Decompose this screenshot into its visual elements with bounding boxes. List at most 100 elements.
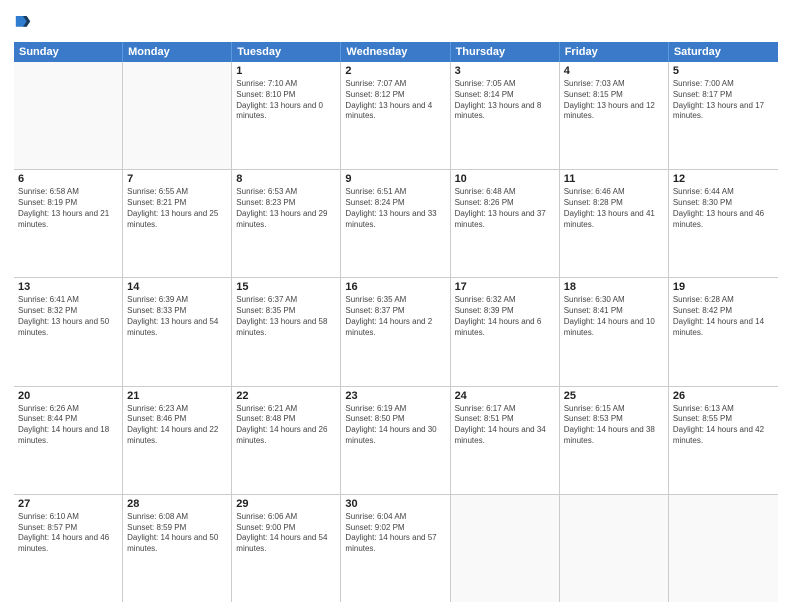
day-number: 1 <box>236 65 336 77</box>
day-number: 19 <box>673 281 774 293</box>
cell-info: Sunrise: 6:48 AM Sunset: 8:26 PM Dayligh… <box>455 187 555 230</box>
cell-info: Sunrise: 6:04 AM Sunset: 9:02 PM Dayligh… <box>345 512 445 555</box>
calendar-cell: 12Sunrise: 6:44 AM Sunset: 8:30 PM Dayli… <box>669 170 778 277</box>
cell-info: Sunrise: 7:10 AM Sunset: 8:10 PM Dayligh… <box>236 79 336 122</box>
cell-info: Sunrise: 6:15 AM Sunset: 8:53 PM Dayligh… <box>564 404 664 447</box>
calendar-cell: 18 Sunrise: 6:30 AM Sunset: 8:41 PM Dayli… <box>560 278 669 385</box>
day-number: 11 <box>564 173 664 185</box>
day-number: 10 <box>455 173 555 185</box>
header-day-saturday: Saturday <box>669 42 778 62</box>
day-number: 8 <box>236 173 336 185</box>
cell-info: Sunrise: 6:10 AM Sunset: 8:57 PM Dayligh… <box>18 512 118 555</box>
calendar-row-2: 6 Sunrise: 6:58 AM Sunset: 8:19 PM Daylig… <box>14 170 778 278</box>
cell-info: Sunrise: 6:55 AM Sunset: 8:21 PM Dayligh… <box>127 187 227 230</box>
day-number: 23 <box>345 390 445 402</box>
calendar-cell <box>560 495 669 602</box>
day-number: 5 <box>673 65 774 77</box>
calendar: SundayMondayTuesdayWednesdayThursdayFrid… <box>14 42 778 602</box>
calendar-cell: 25 Sunrise: 6:15 AM Sunset: 8:53 PM Dayli… <box>560 387 669 494</box>
day-number: 13 <box>18 281 118 293</box>
cell-info: Sunrise: 7:00 AM Sunset: 8:17 PM Dayligh… <box>673 79 774 122</box>
calendar-cell: 30 Sunrise: 6:04 AM Sunset: 9:02 PM Dayli… <box>341 495 450 602</box>
header-day-wednesday: Wednesday <box>341 42 450 62</box>
day-number: 26 <box>673 390 774 402</box>
day-number: 9 <box>345 173 445 185</box>
cell-info: Sunrise: 7:05 AM Sunset: 8:14 PM Dayligh… <box>455 79 555 122</box>
day-number: 30 <box>345 498 445 510</box>
cell-info: Sunrise: 6:32 AM Sunset: 8:39 PM Dayligh… <box>455 295 555 338</box>
day-number: 18 <box>564 281 664 293</box>
cell-info: Sunrise: 6:41 AM Sunset: 8:32 PM Dayligh… <box>18 295 118 338</box>
calendar-cell: 28Sunrise: 6:08 AM Sunset: 8:59 PM Dayli… <box>123 495 232 602</box>
cell-info: Sunrise: 6:13 AM Sunset: 8:55 PM Dayligh… <box>673 404 774 447</box>
header-day-friday: Friday <box>560 42 669 62</box>
day-number: 14 <box>127 281 227 293</box>
cell-info: Sunrise: 7:03 AM Sunset: 8:15 PM Dayligh… <box>564 79 664 122</box>
header-day-tuesday: Tuesday <box>232 42 341 62</box>
calendar-cell: 22Sunrise: 6:21 AM Sunset: 8:48 PM Dayli… <box>232 387 341 494</box>
header-day-sunday: Sunday <box>14 42 123 62</box>
cell-info: Sunrise: 7:07 AM Sunset: 8:12 PM Dayligh… <box>345 79 445 122</box>
calendar-cell: 10 Sunrise: 6:48 AM Sunset: 8:26 PM Dayli… <box>451 170 560 277</box>
calendar-cell: 27 Sunrise: 6:10 AM Sunset: 8:57 PM Dayli… <box>14 495 123 602</box>
calendar-cell: 23 Sunrise: 6:19 AM Sunset: 8:50 PM Dayli… <box>341 387 450 494</box>
calendar-cell: 13 Sunrise: 6:41 AM Sunset: 8:32 PM Dayli… <box>14 278 123 385</box>
cell-info: Sunrise: 6:39 AM Sunset: 8:33 PM Dayligh… <box>127 295 227 338</box>
calendar-cell: 26 Sunrise: 6:13 AM Sunset: 8:55 PM Dayli… <box>669 387 778 494</box>
calendar-cell: 16 Sunrise: 6:35 AM Sunset: 8:37 PM Dayli… <box>341 278 450 385</box>
day-number: 16 <box>345 281 445 293</box>
calendar-cell: 21Sunrise: 6:23 AM Sunset: 8:46 PM Dayli… <box>123 387 232 494</box>
calendar-cell: 2 Sunrise: 7:07 AM Sunset: 8:12 PM Daylig… <box>341 62 450 169</box>
page-header <box>14 10 778 36</box>
calendar-cell: 4 Sunrise: 7:03 AM Sunset: 8:15 PM Daylig… <box>560 62 669 169</box>
day-number: 15 <box>236 281 336 293</box>
day-number: 22 <box>236 390 336 402</box>
day-number: 28 <box>127 498 227 510</box>
day-number: 7 <box>127 173 227 185</box>
calendar-header: SundayMondayTuesdayWednesdayThursdayFrid… <box>14 42 778 62</box>
calendar-row-4: 20Sunrise: 6:26 AM Sunset: 8:44 PM Dayli… <box>14 387 778 495</box>
calendar-cell: 5 Sunrise: 7:00 AM Sunset: 8:17 PM Daylig… <box>669 62 778 169</box>
day-number: 17 <box>455 281 555 293</box>
calendar-cell: 9 Sunrise: 6:51 AM Sunset: 8:24 PM Daylig… <box>341 170 450 277</box>
cell-info: Sunrise: 6:46 AM Sunset: 8:28 PM Dayligh… <box>564 187 664 230</box>
day-number: 29 <box>236 498 336 510</box>
day-number: 2 <box>345 65 445 77</box>
calendar-cell: 14 Sunrise: 6:39 AM Sunset: 8:33 PM Dayli… <box>123 278 232 385</box>
calendar-cell: 1 Sunrise: 7:10 AM Sunset: 8:10 PM Daylig… <box>232 62 341 169</box>
calendar-cell: 20Sunrise: 6:26 AM Sunset: 8:44 PM Dayli… <box>14 387 123 494</box>
cell-info: Sunrise: 6:23 AM Sunset: 8:46 PM Dayligh… <box>127 404 227 447</box>
cell-info: Sunrise: 6:28 AM Sunset: 8:42 PM Dayligh… <box>673 295 774 338</box>
day-number: 20 <box>18 390 118 402</box>
cell-info: Sunrise: 6:53 AM Sunset: 8:23 PM Dayligh… <box>236 187 336 230</box>
day-number: 6 <box>18 173 118 185</box>
calendar-cell: 8 Sunrise: 6:53 AM Sunset: 8:23 PM Daylig… <box>232 170 341 277</box>
cell-info: Sunrise: 6:58 AM Sunset: 8:19 PM Dayligh… <box>18 187 118 230</box>
cell-info: Sunrise: 6:51 AM Sunset: 8:24 PM Dayligh… <box>345 187 445 230</box>
calendar-cell: 19 Sunrise: 6:28 AM Sunset: 8:42 PM Dayli… <box>669 278 778 385</box>
cell-info: Sunrise: 6:37 AM Sunset: 8:35 PM Dayligh… <box>236 295 336 338</box>
calendar-cell <box>14 62 123 169</box>
cell-info: Sunrise: 6:44 AM Sunset: 8:30 PM Dayligh… <box>673 187 774 230</box>
calendar-row-3: 13 Sunrise: 6:41 AM Sunset: 8:32 PM Dayli… <box>14 278 778 386</box>
calendar-cell: 29 Sunrise: 6:06 AM Sunset: 9:00 PM Dayli… <box>232 495 341 602</box>
calendar-body: 1 Sunrise: 7:10 AM Sunset: 8:10 PM Daylig… <box>14 62 778 602</box>
cell-info: Sunrise: 6:35 AM Sunset: 8:37 PM Dayligh… <box>345 295 445 338</box>
calendar-cell: 15 Sunrise: 6:37 AM Sunset: 8:35 PM Dayli… <box>232 278 341 385</box>
cell-info: Sunrise: 6:06 AM Sunset: 9:00 PM Dayligh… <box>236 512 336 555</box>
cell-info: Sunrise: 6:30 AM Sunset: 8:41 PM Dayligh… <box>564 295 664 338</box>
header-day-monday: Monday <box>123 42 232 62</box>
calendar-cell: 17 Sunrise: 6:32 AM Sunset: 8:39 PM Dayli… <box>451 278 560 385</box>
day-number: 27 <box>18 498 118 510</box>
logo <box>14 14 34 36</box>
cell-info: Sunrise: 6:17 AM Sunset: 8:51 PM Dayligh… <box>455 404 555 447</box>
cell-info: Sunrise: 6:19 AM Sunset: 8:50 PM Dayligh… <box>345 404 445 447</box>
calendar-cell: 7 Sunrise: 6:55 AM Sunset: 8:21 PM Daylig… <box>123 170 232 277</box>
calendar-cell: 6 Sunrise: 6:58 AM Sunset: 8:19 PM Daylig… <box>14 170 123 277</box>
calendar-cell: 24 Sunrise: 6:17 AM Sunset: 8:51 PM Dayli… <box>451 387 560 494</box>
day-number: 4 <box>564 65 664 77</box>
day-number: 24 <box>455 390 555 402</box>
calendar-cell: 3 Sunrise: 7:05 AM Sunset: 8:14 PM Daylig… <box>451 62 560 169</box>
day-number: 25 <box>564 390 664 402</box>
day-number: 3 <box>455 65 555 77</box>
